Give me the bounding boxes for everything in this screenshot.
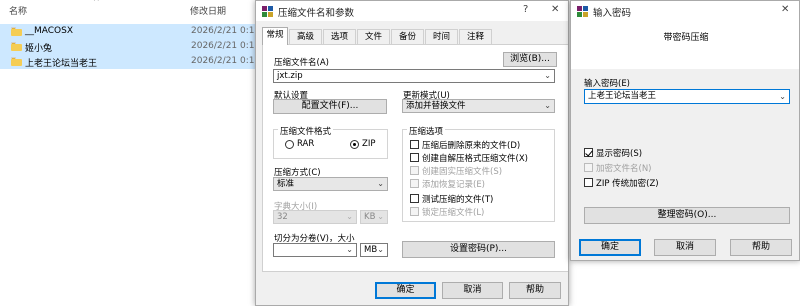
file-date: 2026/2/21 0:18 <box>191 56 261 66</box>
archive-format-label: 压缩文件格式 <box>278 125 334 137</box>
password-label: 输入密码(E) <box>584 79 631 89</box>
winrar-icon <box>262 6 273 17</box>
password-help-button[interactable]: 帮助 <box>730 239 792 256</box>
split-unit-select[interactable]: MB ⌄ <box>360 243 388 257</box>
password-value: 上老王论坛当老王 <box>588 91 657 101</box>
chevron-down-icon: ⌄ <box>346 212 353 221</box>
archive-name-label: 压缩文件名(A) <box>274 58 329 68</box>
tab-files[interactable]: 文件 <box>357 29 390 44</box>
zip-legacy-encryption-label: ZIP 传统加密(Z) <box>596 179 659 189</box>
password-dialog-header: 带密码压缩 <box>571 21 799 69</box>
update-mode-value: 添加并替换文件 <box>406 101 466 111</box>
chevron-down-icon[interactable]: ⌄ <box>544 70 551 82</box>
show-password-checkbox[interactable] <box>584 148 593 157</box>
chevron-down-icon[interactable]: ⌄ <box>377 178 384 190</box>
dictionary-unit-value: KB <box>364 212 376 222</box>
archive-name-input[interactable]: jxt.zip ⌄ <box>273 69 555 83</box>
method-select[interactable]: 标准 ⌄ <box>273 177 388 191</box>
password-ok-button[interactable]: 确定 <box>579 239 641 256</box>
archive-dialog-title: 压缩文件名和参数 <box>278 8 355 19</box>
column-header-name[interactable]: 名称 <box>9 4 27 18</box>
password-input[interactable]: 上老王论坛当老王 ⌄ <box>584 89 790 104</box>
lock-archive-label: 锁定压缩文件(L) <box>422 208 485 218</box>
lock-archive-checkbox <box>410 207 419 216</box>
solid-checkbox <box>410 166 419 175</box>
folder-icon <box>11 57 22 66</box>
folder-icon <box>11 27 22 36</box>
close-icon[interactable]: ✕ <box>781 4 789 15</box>
test-files-label: 测试压缩的文件(T) <box>422 195 494 205</box>
archive-name-value: jxt.zip <box>277 71 303 81</box>
chevron-down-icon: ⌄ <box>377 212 384 221</box>
chevron-down-icon[interactable]: ⌄ <box>377 244 384 256</box>
file-row[interactable]: 姬小兔 2026/2/21 0:15 <box>0 39 262 54</box>
ok-button[interactable]: 确定 <box>375 282 436 299</box>
help-button[interactable]: 帮助 <box>509 282 561 299</box>
tab-comment[interactable]: 注释 <box>459 29 492 44</box>
encrypt-filenames-label: 加密文件名(N) <box>596 164 652 174</box>
test-files-checkbox[interactable] <box>410 194 419 203</box>
profiles-button[interactable]: 配置文件(F)... <box>273 99 387 114</box>
format-rar-radio[interactable] <box>285 140 294 149</box>
format-zip-radio[interactable] <box>350 140 359 149</box>
format-zip-label: ZIP <box>362 139 376 149</box>
solid-label: 创建固实压缩文件(S) <box>422 167 503 177</box>
dictionary-size-select: 32 ⌄ <box>273 210 357 224</box>
tab-advanced[interactable]: 高级 <box>289 29 322 44</box>
split-size-input[interactable]: ⌄ <box>273 243 357 257</box>
delete-after-checkbox[interactable] <box>410 140 419 149</box>
dictionary-unit-select: KB ⌄ <box>360 210 388 224</box>
folder-icon <box>11 42 22 51</box>
file-name: __MACOSX <box>25 26 74 36</box>
file-date: 2026/2/21 0:18 <box>191 26 261 36</box>
close-icon[interactable]: ✕ <box>551 4 559 15</box>
archive-dialog-titlebar[interactable]: 压缩文件名和参数 ? ✕ <box>256 1 568 21</box>
sort-up-icon: ^ <box>93 0 100 6</box>
tab-time[interactable]: 时间 <box>425 29 458 44</box>
file-row[interactable]: __MACOSX 2026/2/21 0:18 <box>0 24 262 39</box>
file-name: 上老王论坛当老王 <box>25 59 98 69</box>
sfx-checkbox[interactable] <box>410 153 419 162</box>
file-name: 姬小兔 <box>25 44 53 54</box>
help-icon[interactable]: ? <box>523 4 528 15</box>
column-header-date[interactable]: 修改日期 <box>190 4 226 18</box>
winrar-icon <box>577 6 588 17</box>
password-dialog: 输入密码 ✕ 带密码压缩 输入密码(E) 上老王论坛当老王 ⌄ 显示密码(S) … <box>570 0 800 261</box>
chevron-down-icon[interactable]: ⌄ <box>346 244 353 256</box>
update-mode-select[interactable]: 添加并替换文件 ⌄ <box>402 99 555 113</box>
password-dialog-titlebar[interactable]: 输入密码 ✕ <box>571 1 799 21</box>
tab-options[interactable]: 选项 <box>323 29 356 44</box>
recovery-record-checkbox <box>410 179 419 188</box>
file-date: 2026/2/21 0:15 <box>191 41 261 51</box>
password-dialog-title: 输入密码 <box>593 8 632 19</box>
password-dialog-heading: 带密码压缩 <box>663 33 709 43</box>
archive-options-label: 压缩选项 <box>407 125 446 137</box>
sfx-label: 创建自解压格式压缩文件(X) <box>422 154 528 164</box>
set-password-button[interactable]: 设置密码(P)... <box>402 241 555 258</box>
tab-backup[interactable]: 备份 <box>391 29 424 44</box>
organize-passwords-button[interactable]: 整理密码(O)... <box>584 207 790 224</box>
archive-dialog: 压缩文件名和参数 ? ✕ 常规 高级 选项 文件 备份 时间 注释 压缩文件名(… <box>255 0 569 306</box>
recovery-record-label: 添加恢复记录(E) <box>422 180 486 190</box>
encrypt-filenames-checkbox <box>584 163 593 172</box>
split-unit-value: MB <box>364 245 378 255</box>
chevron-down-icon[interactable]: ⌄ <box>779 90 786 103</box>
password-cancel-button[interactable]: 取消 <box>654 239 716 256</box>
method-value: 标准 <box>277 179 295 189</box>
file-row[interactable]: 上老王论坛当老王 2026/2/21 0:18 <box>0 54 262 69</box>
zip-legacy-encryption-checkbox[interactable] <box>584 178 593 187</box>
dictionary-size-value: 32 <box>277 212 288 222</box>
chevron-down-icon[interactable]: ⌄ <box>544 100 551 112</box>
show-password-label: 显示密码(S) <box>596 149 643 159</box>
delete-after-label: 压缩后删除原来的文件(D) <box>422 141 521 151</box>
browse-button[interactable]: 浏览(B)... <box>503 52 557 67</box>
tab-general[interactable]: 常规 <box>262 27 288 45</box>
cancel-button[interactable]: 取消 <box>442 282 503 299</box>
format-rar-label: RAR <box>297 139 315 149</box>
